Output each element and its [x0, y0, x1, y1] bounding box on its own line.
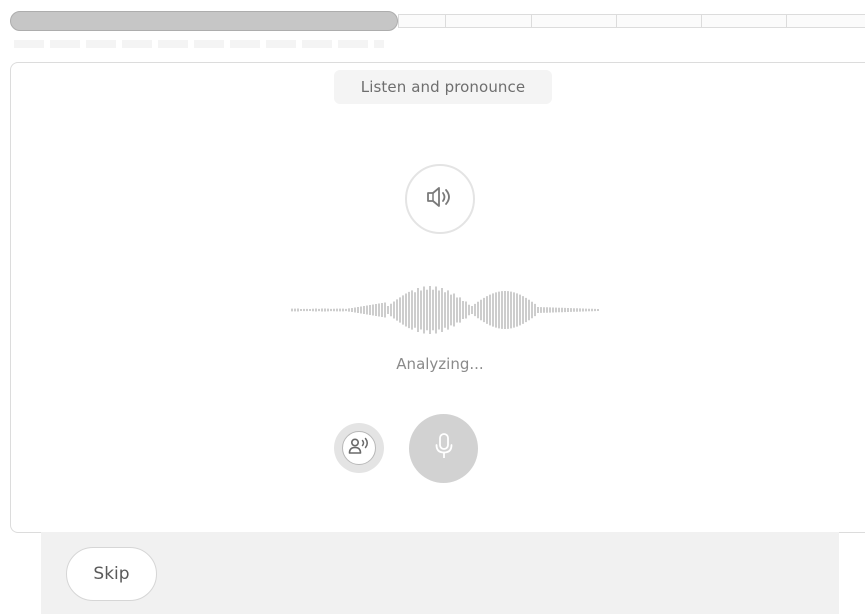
- lesson-screen: Listen and pronounce Analyzing... Skip: [0, 0, 865, 614]
- analysis-status: Analyzing...: [330, 355, 550, 373]
- voice-model-button[interactable]: [334, 423, 384, 473]
- skip-button[interactable]: Skip: [66, 547, 157, 601]
- progress-fill: [10, 11, 398, 31]
- progress-segment: [786, 14, 865, 28]
- audio-waveform: [290, 282, 600, 338]
- footer-bar: [41, 532, 839, 614]
- progress-segment: [531, 14, 616, 28]
- record-button[interactable]: [409, 414, 478, 483]
- progress-segment: [616, 14, 701, 28]
- progress-shadow: [14, 40, 384, 48]
- voice-button-face: [342, 431, 376, 465]
- voice-person-icon: [348, 436, 370, 460]
- progress-segment: [701, 14, 786, 28]
- instruction-label: Listen and pronounce: [334, 70, 552, 104]
- lesson-progress-bar: [10, 11, 865, 33]
- progress-segment: [445, 14, 531, 28]
- progress-segment: [398, 14, 445, 28]
- play-audio-button[interactable]: [405, 164, 475, 234]
- speaker-icon: [425, 185, 455, 213]
- microphone-icon: [433, 432, 455, 466]
